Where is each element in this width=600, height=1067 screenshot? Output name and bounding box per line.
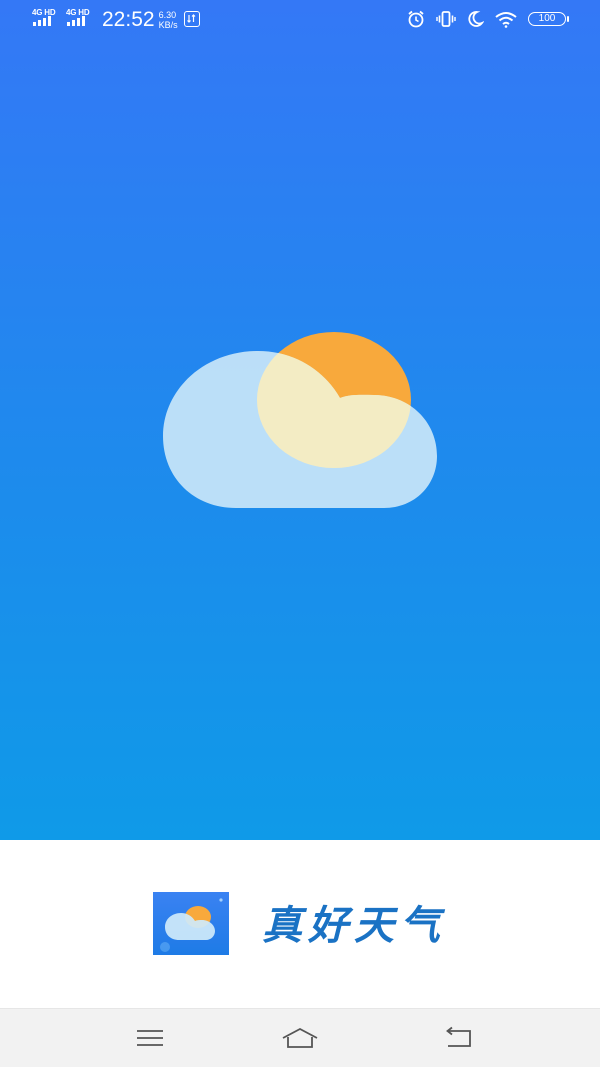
- network-speed-value: 6.30: [158, 10, 177, 20]
- back-button[interactable]: [438, 1023, 478, 1053]
- back-icon: [446, 1026, 471, 1047]
- splash-screen: 4G HD 4G HD 22:52 6.30 KB/s 100 真好天气: [0, 0, 600, 1067]
- moon-icon: [468, 11, 484, 27]
- signal-icon: 4G HD: [66, 8, 94, 28]
- network-speed: 6.30 KB/s: [159, 10, 178, 30]
- status-left: 4G HD 4G HD 22:52 6.30 KB/s: [32, 8, 200, 32]
- brand-area: 真好天气: [0, 840, 600, 1008]
- splash-background: 4G HD 4G HD 22:52 6.30 KB/s 100: [0, 0, 600, 840]
- home-icon: [282, 1027, 318, 1048]
- menu-button[interactable]: [130, 1023, 170, 1053]
- data-usage-icon: [183, 11, 200, 27]
- battery-icon: 100: [528, 12, 569, 26]
- battery-level: 100: [538, 13, 556, 24]
- wifi-icon: [495, 12, 517, 28]
- status-time: 22:52: [102, 8, 155, 31]
- alarm-icon: [408, 10, 424, 28]
- app-logo-icon: [153, 892, 229, 955]
- menu-icon: [137, 1030, 163, 1046]
- status-right: 100: [406, 9, 569, 29]
- vibrate-icon: [436, 11, 456, 27]
- signal-icon: 4G HD: [32, 8, 60, 28]
- app-name: 真好天气: [262, 902, 446, 949]
- cloud-sun-icon: [163, 332, 437, 508]
- network-speed-unit: KB/s: [158, 20, 178, 30]
- home-button[interactable]: [280, 1023, 320, 1053]
- navigation-bar: [0, 1008, 600, 1067]
- status-bar: 4G HD 4G HD 22:52 6.30 KB/s 100: [0, 0, 600, 38]
